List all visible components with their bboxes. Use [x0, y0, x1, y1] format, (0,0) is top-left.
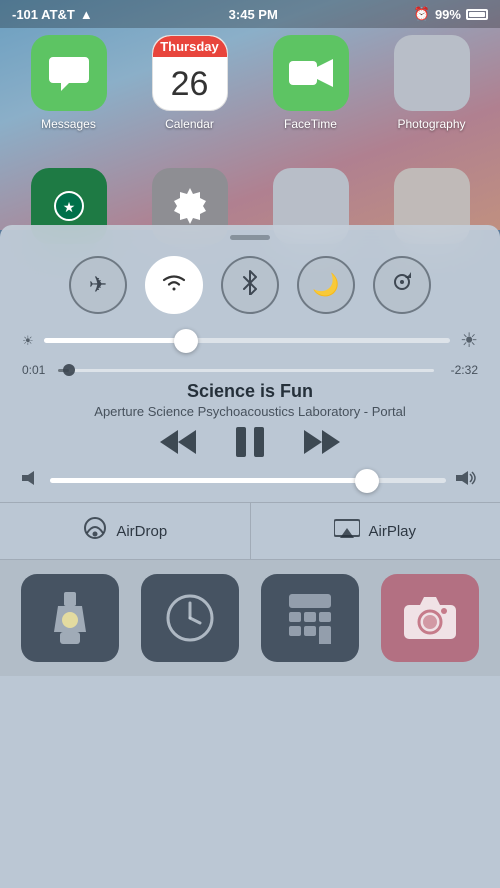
brightness-min-icon: ☀: [22, 333, 34, 349]
fast-forward-icon: [304, 428, 340, 456]
rewind-icon: [160, 428, 196, 456]
wifi-icon: [161, 271, 187, 299]
fast-forward-button[interactable]: [304, 428, 340, 456]
volume-low-svg: [22, 469, 40, 487]
carrier-label: -101 AT&T: [12, 7, 75, 22]
svg-text:★: ★: [62, 199, 75, 215]
wifi-button[interactable]: [145, 256, 203, 314]
camera-button[interactable]: [381, 574, 479, 662]
brightness-slider[interactable]: [44, 338, 450, 343]
starbucks-svg: ★: [49, 186, 89, 226]
volume-slider[interactable]: [50, 478, 446, 483]
drag-handle[interactable]: [0, 225, 500, 246]
volume-high-svg: [456, 469, 478, 487]
volume-min-icon: [22, 469, 40, 492]
calculator-icon: [287, 592, 333, 644]
calendar-day: Thursday: [153, 36, 227, 57]
brightness-max-icon: ☀: [460, 328, 478, 353]
brightness-thumb[interactable]: [174, 329, 198, 353]
settings-svg: [168, 184, 212, 228]
moon-icon: 🌙: [312, 272, 339, 298]
messages-icon: [31, 35, 107, 111]
airplay-icon: [334, 516, 360, 546]
brightness-row: ☀ ☀: [0, 324, 500, 357]
airdrop-button[interactable]: AirDrop: [0, 503, 251, 559]
app-photography[interactable]: Photography: [377, 35, 487, 131]
do-not-disturb-button[interactable]: 🌙: [297, 256, 355, 314]
air-row: AirDrop AirPlay: [0, 503, 500, 559]
rotation-icon: [390, 270, 414, 300]
brightness-fill: [44, 338, 186, 343]
track-artist: Aperture Science Psychoacoustics Laborat…: [22, 404, 478, 419]
volume-max-icon: [456, 469, 478, 492]
airplane-mode-button[interactable]: ✈: [69, 256, 127, 314]
home-screen: Messages Thursday 26 Calendar: [0, 0, 500, 230]
calendar-date: 26: [171, 67, 209, 101]
airplay-label: AirPlay: [368, 523, 416, 540]
photography-label: Photography: [397, 117, 465, 131]
track-current-time: 0:01: [22, 363, 50, 377]
clock-icon: [165, 593, 215, 643]
facetime-icon: [273, 35, 349, 111]
messages-svg: [47, 51, 91, 95]
airdrop-icon: [82, 515, 108, 547]
track-title: Science is Fun: [22, 381, 478, 402]
app-calendar[interactable]: Thursday 26 Calendar: [135, 35, 245, 131]
facetime-label: FaceTime: [284, 117, 337, 131]
status-bar: -101 AT&T ▲ 3:45 PM ⏰ 99%: [0, 0, 500, 28]
airplane-icon: ✈: [89, 272, 107, 298]
volume-thumb[interactable]: [355, 469, 379, 493]
calendar-icon-wrap: Thursday 26: [152, 35, 228, 111]
status-time: 3:45 PM: [229, 7, 278, 22]
rotation-lock-button[interactable]: [373, 256, 431, 314]
progress-thumb[interactable]: [63, 364, 75, 376]
drag-handle-bar: [230, 235, 270, 240]
app-messages[interactable]: Messages: [14, 35, 124, 131]
playback-controls: [22, 427, 478, 457]
airplay-svg: [334, 516, 360, 540]
track-total-time: -2:32: [442, 363, 478, 377]
airplay-button[interactable]: AirPlay: [251, 503, 500, 559]
calendar-label: Calendar: [165, 117, 214, 131]
status-left: -101 AT&T ▲: [12, 7, 93, 22]
alarm-icon: ⏰: [414, 6, 430, 22]
track-progress-row: 0:01 -2:32: [22, 363, 478, 377]
calendar-icon: Thursday 26: [153, 36, 227, 110]
airdrop-svg: [82, 515, 108, 541]
calculator-button[interactable]: [261, 574, 359, 662]
facetime-svg: [289, 57, 333, 89]
app-facetime[interactable]: FaceTime: [256, 35, 366, 131]
app-row-1: Messages Thursday 26 Calendar: [0, 35, 500, 131]
airdrop-label: AirDrop: [116, 523, 167, 540]
control-center: ✈ 🌙: [0, 225, 500, 888]
quick-actions-row: [0, 560, 500, 676]
pause-icon: [236, 427, 264, 457]
media-player: 0:01 -2:32 Science is Fun Aperture Scien…: [0, 357, 500, 469]
photography-icon: [394, 35, 470, 111]
wifi-status-icon: ▲: [80, 7, 93, 22]
wifi-svg: [161, 271, 187, 293]
status-right: ⏰ 99%: [414, 6, 488, 22]
volume-row: [0, 469, 500, 502]
progress-track[interactable]: [58, 369, 434, 372]
rewind-button[interactable]: [160, 428, 196, 456]
flashlight-icon: [52, 592, 88, 644]
camera-icon: [404, 597, 456, 639]
toggle-row: ✈ 🌙: [0, 246, 500, 324]
volume-fill: [50, 478, 367, 483]
battery-label: 99%: [435, 7, 461, 22]
bluetooth-svg: [242, 269, 258, 295]
bluetooth-icon: [242, 269, 258, 301]
pause-button[interactable]: [236, 427, 264, 457]
calendar-body: 26: [153, 57, 227, 110]
battery-icon: [466, 9, 488, 20]
rotation-svg: [390, 270, 414, 294]
messages-label: Messages: [41, 117, 96, 131]
flashlight-button[interactable]: [21, 574, 119, 662]
clock-button[interactable]: [141, 574, 239, 662]
bluetooth-button[interactable]: [221, 256, 279, 314]
